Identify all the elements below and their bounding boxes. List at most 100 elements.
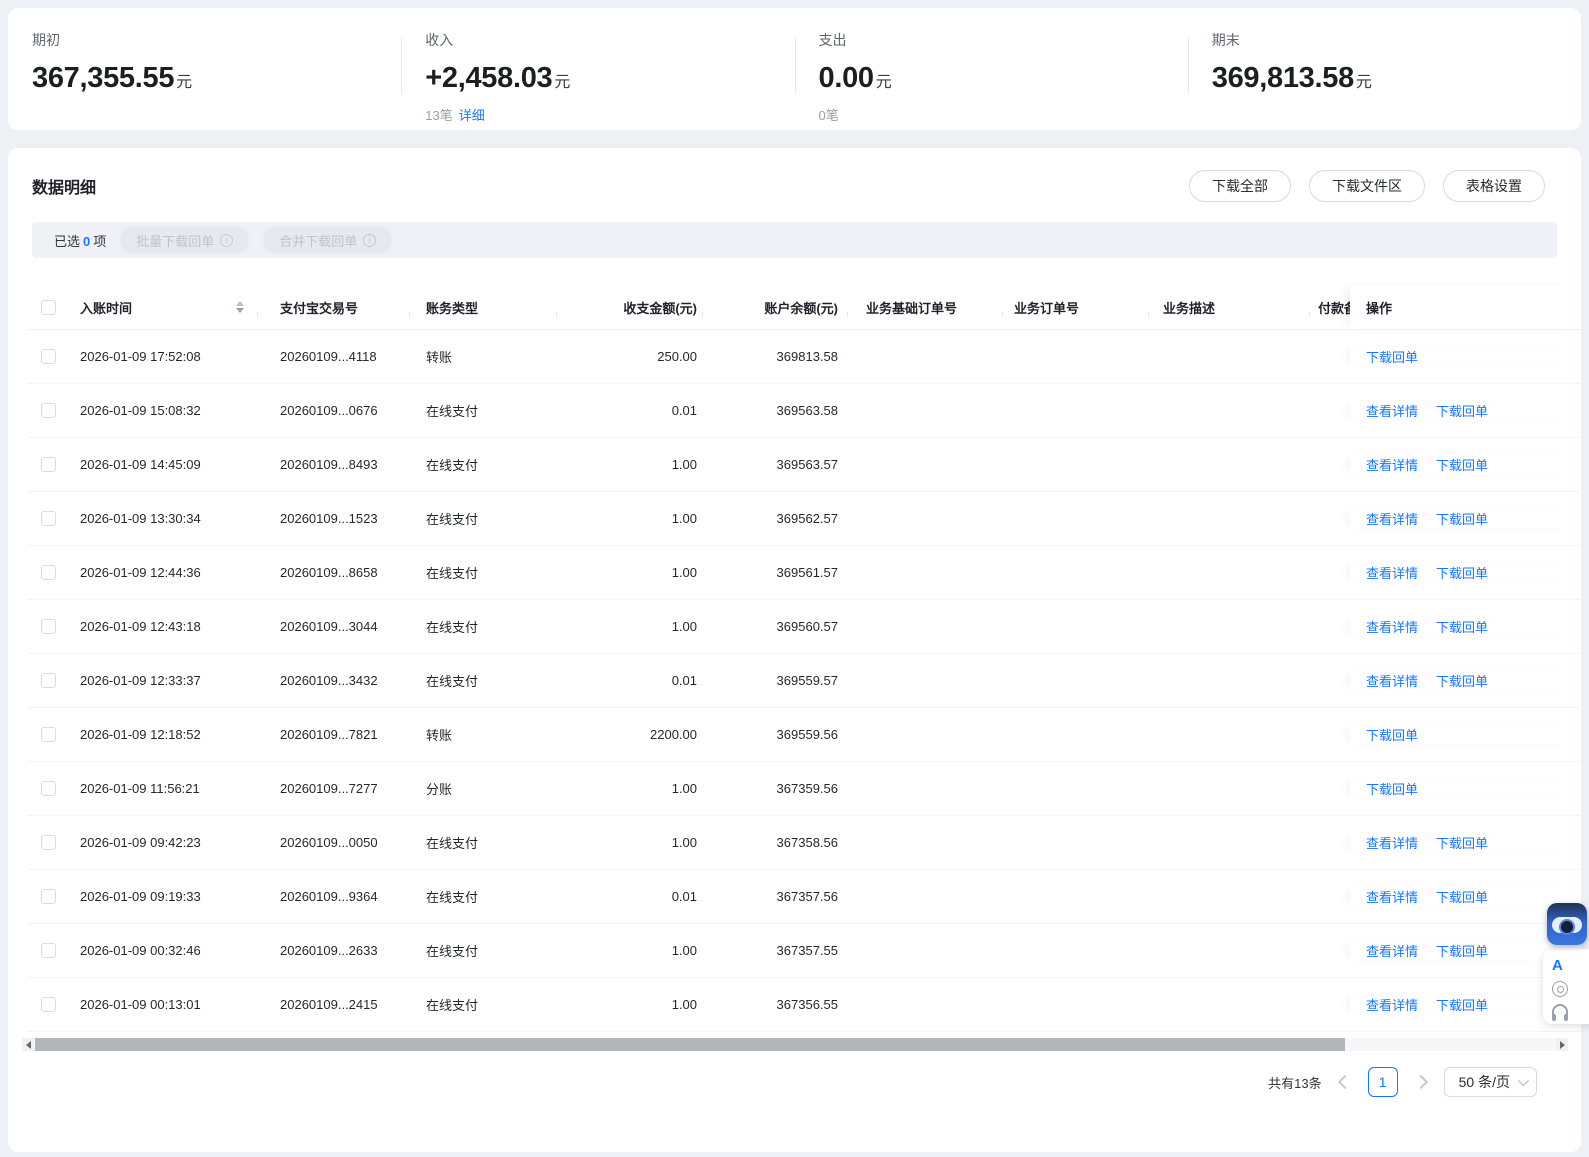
- download-receipt-link[interactable]: 下载回单: [1366, 725, 1418, 744]
- download-receipt-link[interactable]: 下载回单: [1436, 617, 1488, 636]
- cell-transaction-id: 20260109...0050: [258, 835, 410, 850]
- cell-transaction-id: 20260109...8658: [258, 565, 410, 580]
- scroll-right-arrow-icon[interactable]: [1556, 1038, 1568, 1051]
- merge-download-label: 合并下载回单: [279, 231, 357, 250]
- info-icon[interactable]: [363, 234, 376, 247]
- assistant-help-icon[interactable]: [1552, 981, 1568, 997]
- cell-transaction-id: 20260109...8493: [258, 457, 410, 472]
- cell-transaction-id: 20260109...9364: [258, 889, 410, 904]
- row-checkbox[interactable]: [41, 673, 56, 688]
- assistant-a-button[interactable]: A: [1552, 957, 1589, 974]
- download-receipt-link[interactable]: 下载回单: [1436, 995, 1488, 1014]
- download-receipt-link[interactable]: 下载回单: [1436, 833, 1488, 852]
- sort-icon[interactable]: [236, 301, 244, 313]
- download-receipt-link[interactable]: 下载回单: [1436, 941, 1488, 960]
- table-row: 2026-01-09 14:45:09 20260109...8493 在线支付…: [28, 438, 1581, 492]
- select-all-checkbox[interactable]: [41, 300, 56, 315]
- next-page-icon[interactable]: [1414, 1075, 1428, 1089]
- row-checkbox[interactable]: [41, 727, 56, 742]
- select-all-cell: [28, 300, 70, 315]
- cell-time: 2026-01-09 12:44:36: [70, 565, 258, 580]
- download-receipt-link[interactable]: 下载回单: [1436, 563, 1488, 582]
- row-checkbox[interactable]: [41, 781, 56, 796]
- row-checkbox[interactable]: [41, 511, 56, 526]
- row-checkbox[interactable]: [41, 565, 56, 580]
- cell-balance: 367357.55: [703, 943, 848, 958]
- batch-download-label: 批量下载回单: [136, 231, 214, 250]
- income-value: +2,458.03元: [425, 62, 794, 95]
- view-detail-link[interactable]: 查看详情: [1366, 833, 1418, 852]
- income-sub: 13笔详细: [425, 105, 794, 124]
- download-receipt-link[interactable]: 下载回单: [1366, 779, 1418, 798]
- col-header-action: 操作: [1350, 285, 1580, 329]
- col-header-order: 业务订单号: [1003, 298, 1149, 317]
- row-checkbox[interactable]: [41, 349, 56, 364]
- selection-prefix: 已选: [54, 234, 80, 249]
- toolbar: 下载全部 下载文件区 表格设置: [1189, 170, 1545, 202]
- cell-balance: 367357.56: [703, 889, 848, 904]
- horizontal-scrollbar[interactable]: [22, 1038, 1568, 1051]
- scrollbar-thumb[interactable]: [35, 1038, 1345, 1051]
- row-checkbox[interactable]: [41, 889, 56, 904]
- prev-page-icon[interactable]: [1338, 1075, 1352, 1089]
- view-detail-link[interactable]: 查看详情: [1366, 509, 1418, 528]
- page-size-select[interactable]: 50 条/页: [1444, 1067, 1537, 1097]
- page-number-button[interactable]: 1: [1368, 1067, 1398, 1097]
- expense-count: 0笔: [819, 108, 839, 123]
- download-receipt-link[interactable]: 下载回单: [1436, 401, 1488, 420]
- cell-balance: 369559.57: [703, 673, 848, 688]
- row-checkbox[interactable]: [41, 835, 56, 850]
- cell-actions: 查看详情下载回单: [1350, 455, 1580, 474]
- view-detail-link[interactable]: 查看详情: [1366, 401, 1418, 420]
- page-title: 数据明细: [32, 174, 96, 198]
- table-settings-button[interactable]: 表格设置: [1443, 170, 1545, 202]
- view-detail-link[interactable]: 查看详情: [1366, 563, 1418, 582]
- info-icon[interactable]: [220, 234, 233, 247]
- cell-account-type: 在线支付: [410, 995, 557, 1014]
- cell-transaction-id: 20260109...3432: [258, 673, 410, 688]
- table-row: 2026-01-09 13:30:34 20260109...1523 在线支付…: [28, 492, 1581, 546]
- col-header-balance: 账户余额(元): [703, 298, 848, 317]
- download-receipt-link[interactable]: 下载回单: [1436, 887, 1488, 906]
- assistant-robot-icon[interactable]: [1547, 903, 1587, 945]
- cell-amount: 1.00: [557, 943, 703, 958]
- download-file-area-button[interactable]: 下载文件区: [1309, 170, 1425, 202]
- row-checkbox[interactable]: [41, 943, 56, 958]
- view-detail-link[interactable]: 查看详情: [1366, 887, 1418, 906]
- download-receipt-link[interactable]: 下载回单: [1436, 455, 1488, 474]
- download-receipt-link[interactable]: 下载回单: [1436, 671, 1488, 690]
- expense-value: 0.00元: [819, 62, 1188, 95]
- download-receipt-link[interactable]: 下载回单: [1366, 347, 1418, 366]
- cell-transaction-id: 20260109...1523: [258, 511, 410, 526]
- cell-account-type: 在线支付: [410, 671, 557, 690]
- row-checkbox-cell: [28, 403, 70, 418]
- row-checkbox[interactable]: [41, 997, 56, 1012]
- row-checkbox[interactable]: [41, 457, 56, 472]
- table-row: 2026-01-09 12:18:52 20260109...7821 转账 2…: [28, 708, 1581, 762]
- view-detail-link[interactable]: 查看详情: [1366, 671, 1418, 690]
- pagination: 共有13条 1 50 条/页: [8, 1067, 1581, 1097]
- view-detail-link[interactable]: 查看详情: [1366, 455, 1418, 474]
- view-detail-link[interactable]: 查看详情: [1366, 617, 1418, 636]
- row-checkbox[interactable]: [41, 619, 56, 634]
- headset-icon[interactable]: [1552, 1004, 1568, 1016]
- cell-actions: 查看详情下载回单: [1350, 509, 1580, 528]
- view-detail-link[interactable]: 查看详情: [1366, 995, 1418, 1014]
- merge-download-button[interactable]: 合并下载回单: [263, 226, 392, 254]
- sort-desc-icon: [236, 308, 244, 313]
- row-checkbox[interactable]: [41, 403, 56, 418]
- batch-download-button[interactable]: 批量下载回单: [120, 226, 249, 254]
- cell-balance: 367358.56: [703, 835, 848, 850]
- cell-account-type: 在线支付: [410, 509, 557, 528]
- download-all-button[interactable]: 下载全部: [1189, 170, 1291, 202]
- cell-time: 2026-01-09 12:33:37: [70, 673, 258, 688]
- view-detail-link[interactable]: 查看详情: [1366, 941, 1418, 960]
- total-count: 共有13条: [1268, 1073, 1321, 1092]
- table-row: 2026-01-09 09:42:23 20260109...0050 在线支付…: [28, 816, 1581, 870]
- scroll-left-arrow-icon[interactable]: [22, 1038, 34, 1051]
- assistant-panel: A: [1543, 949, 1589, 1024]
- cell-actions: 下载回单: [1350, 779, 1580, 798]
- table-row: 2026-01-09 12:33:37 20260109...3432 在线支付…: [28, 654, 1581, 708]
- download-receipt-link[interactable]: 下载回单: [1436, 509, 1488, 528]
- income-detail-link[interactable]: 详细: [459, 108, 485, 123]
